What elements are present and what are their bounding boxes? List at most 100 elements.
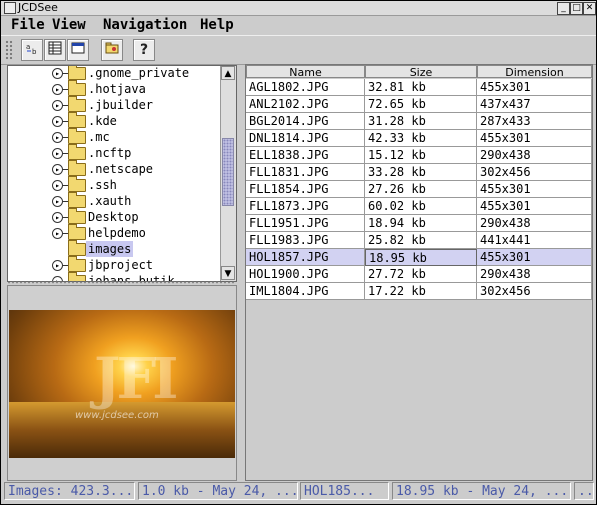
title-bar[interactable]: JCDSee _ □ ✕	[1, 1, 596, 16]
tree-item-label: helpdemo	[88, 226, 146, 240]
cell-name: ELL1838.JPG	[246, 147, 365, 164]
menu-file[interactable]: File	[11, 17, 45, 34]
tree-expand-icon[interactable]: ▸	[52, 148, 68, 159]
table-row[interactable]: BGL2014.JPG 31.28 kb 287x433	[246, 113, 592, 130]
cell-name: HOL1900.JPG	[246, 266, 365, 283]
details-view-icon[interactable]: ab	[21, 39, 43, 61]
tree-item-label: .kde	[88, 114, 117, 128]
tree-expand-icon[interactable]: ▸	[52, 84, 68, 95]
list-view-icon[interactable]	[44, 39, 66, 61]
folder-tree[interactable]: ▸ .gnome_private ▸ .hotjava ▸ .jbuilder ▸ .kde ▸…	[7, 65, 237, 282]
preview-watermark: JFI	[94, 346, 178, 412]
tree-expand-icon[interactable]: ▸	[52, 100, 68, 111]
cell-dim: 455x301	[477, 249, 592, 266]
status-extra: ...	[574, 482, 594, 500]
tree-item[interactable]: ▸ .ncftp	[8, 144, 220, 161]
table-row[interactable]: IML1804.JPG 17.22 kb 302x456	[246, 283, 592, 300]
table-row[interactable]: ANL2102.JPG 72.65 kb 437x437	[246, 96, 592, 113]
app-icon[interactable]	[4, 2, 16, 14]
table-row[interactable]: ELL1838.JPG 15.12 kb 290x438	[246, 147, 592, 164]
tree-item[interactable]: ▸ .netscape	[8, 160, 220, 177]
tree-item[interactable]: ▸ helpdemo	[8, 224, 220, 241]
tree-expand-icon[interactable]: ▸	[52, 116, 68, 127]
tree-expand-icon[interactable]: ▸	[52, 228, 68, 239]
tree-expand-icon[interactable]: ▸	[52, 196, 68, 207]
tree-expand-icon[interactable]: ▸	[52, 212, 68, 223]
scroll-up-icon[interactable]: ▲	[221, 66, 235, 80]
menu-navigation[interactable]: Navigation	[103, 17, 187, 34]
tree-expand-icon[interactable]: ▸	[52, 132, 68, 143]
folder-icon	[68, 96, 86, 112]
folder-icon	[68, 256, 86, 272]
tree-item[interactable]: ▸ .xauth	[8, 192, 220, 209]
table-row[interactable]: HOL1900.JPG 27.72 kb 290x438	[246, 266, 592, 283]
cell-size: 15.12 kb	[365, 147, 477, 164]
cell-name: IML1804.JPG	[246, 283, 365, 300]
tree-item-label: .mc	[88, 130, 110, 144]
svg-text:b: b	[32, 48, 37, 56]
column-header-dimension[interactable]: Dimension	[477, 65, 592, 79]
maximize-button[interactable]: □	[570, 2, 583, 15]
tree-item-label: .gnome_private	[88, 66, 190, 80]
tree-item[interactable]: ▸ .kde	[8, 112, 220, 129]
column-header-name[interactable]: Name	[246, 65, 365, 79]
table-row[interactable]: FLL1854.JPG 27.26 kb 455x301	[246, 181, 592, 198]
cell-dim: 287x433	[477, 113, 592, 130]
tree-item[interactable]: ▸ .hotjava	[8, 80, 220, 97]
tree-expand-icon[interactable]: ▸	[52, 260, 68, 271]
cell-name: FLL1854.JPG	[246, 181, 365, 198]
cell-dim: 290x438	[477, 266, 592, 283]
cell-size: 60.02 kb	[365, 198, 477, 215]
status-file: HOL185...	[300, 482, 389, 500]
cell-name: ANL2102.JPG	[246, 96, 365, 113]
menu-view[interactable]: View	[52, 17, 86, 34]
tree-item[interactable]: ▸ Desktop	[8, 208, 220, 225]
tree-item[interactable]: ▸ .mc	[8, 128, 220, 145]
tree-item-label: .netscape	[88, 162, 154, 176]
table-row[interactable]: FLL1951.JPG 18.94 kb 290x438	[246, 215, 592, 232]
folder-icon	[68, 192, 86, 208]
open-folder-icon[interactable]	[101, 39, 123, 61]
preview-window-icon[interactable]	[67, 39, 89, 61]
help-icon[interactable]: ?	[133, 39, 155, 61]
cell-name: FLL1831.JPG	[246, 164, 365, 181]
window-title: JCDSee	[18, 1, 58, 14]
toolbar-grip[interactable]	[5, 40, 13, 60]
table-header: Name Size Dimension	[246, 65, 592, 79]
tree-item[interactable]: ▸ .ssh	[8, 176, 220, 193]
column-header-size[interactable]: Size	[365, 65, 477, 79]
tree-expand-icon[interactable]: ▸	[52, 68, 68, 79]
splitter-grip[interactable]	[7, 281, 235, 284]
tree-item[interactable]: ▸ .jbuilder	[8, 96, 220, 113]
cell-size: 33.28 kb	[365, 164, 477, 181]
close-button[interactable]: ✕	[583, 2, 596, 15]
cell-dim: 290x438	[477, 215, 592, 232]
cell-name: AGL1802.JPG	[246, 79, 365, 96]
tree-item[interactable]: ▸ .gnome_private	[8, 66, 220, 81]
tree-vertical-scrollbar[interactable]: ▲ ▼	[220, 66, 236, 281]
scroll-thumb[interactable]	[222, 138, 234, 206]
folder-icon	[68, 160, 86, 176]
tree-item[interactable]: ▸ jbproject	[8, 256, 220, 273]
table-row[interactable]: DNL1814.JPG 42.33 kb 455x301	[246, 130, 592, 147]
tree-item[interactable]: images	[8, 240, 220, 257]
table-row[interactable]: HOL1857.JPG 18.95 kb 455x301	[246, 249, 592, 266]
tree-item-label: images	[86, 241, 134, 257]
table-row[interactable]: FLL1983.JPG 25.82 kb 441x441	[246, 232, 592, 249]
toolbar: ab ?	[1, 35, 596, 65]
table-row[interactable]: FLL1831.JPG 33.28 kb 302x456	[246, 164, 592, 181]
cell-size: 31.28 kb	[365, 113, 477, 130]
table-row[interactable]: AGL1802.JPG 32.81 kb 455x301	[246, 79, 592, 96]
tree-expand-icon[interactable]: ▸	[52, 164, 68, 175]
scroll-down-icon[interactable]: ▼	[221, 266, 235, 280]
cell-size: 32.81 kb	[365, 79, 477, 96]
cell-dim: 302x456	[477, 283, 592, 300]
table-row[interactable]: FLL1873.JPG 60.02 kb 455x301	[246, 198, 592, 215]
cell-size: 18.95 kb	[365, 249, 477, 266]
minimize-button[interactable]: _	[557, 2, 570, 15]
menu-help[interactable]: Help	[200, 17, 234, 34]
tree-item-label: .ncftp	[88, 146, 132, 160]
folder-icon	[68, 112, 86, 128]
tree-expand-icon[interactable]: ▸	[52, 180, 68, 191]
cell-size: 17.22 kb	[365, 283, 477, 300]
